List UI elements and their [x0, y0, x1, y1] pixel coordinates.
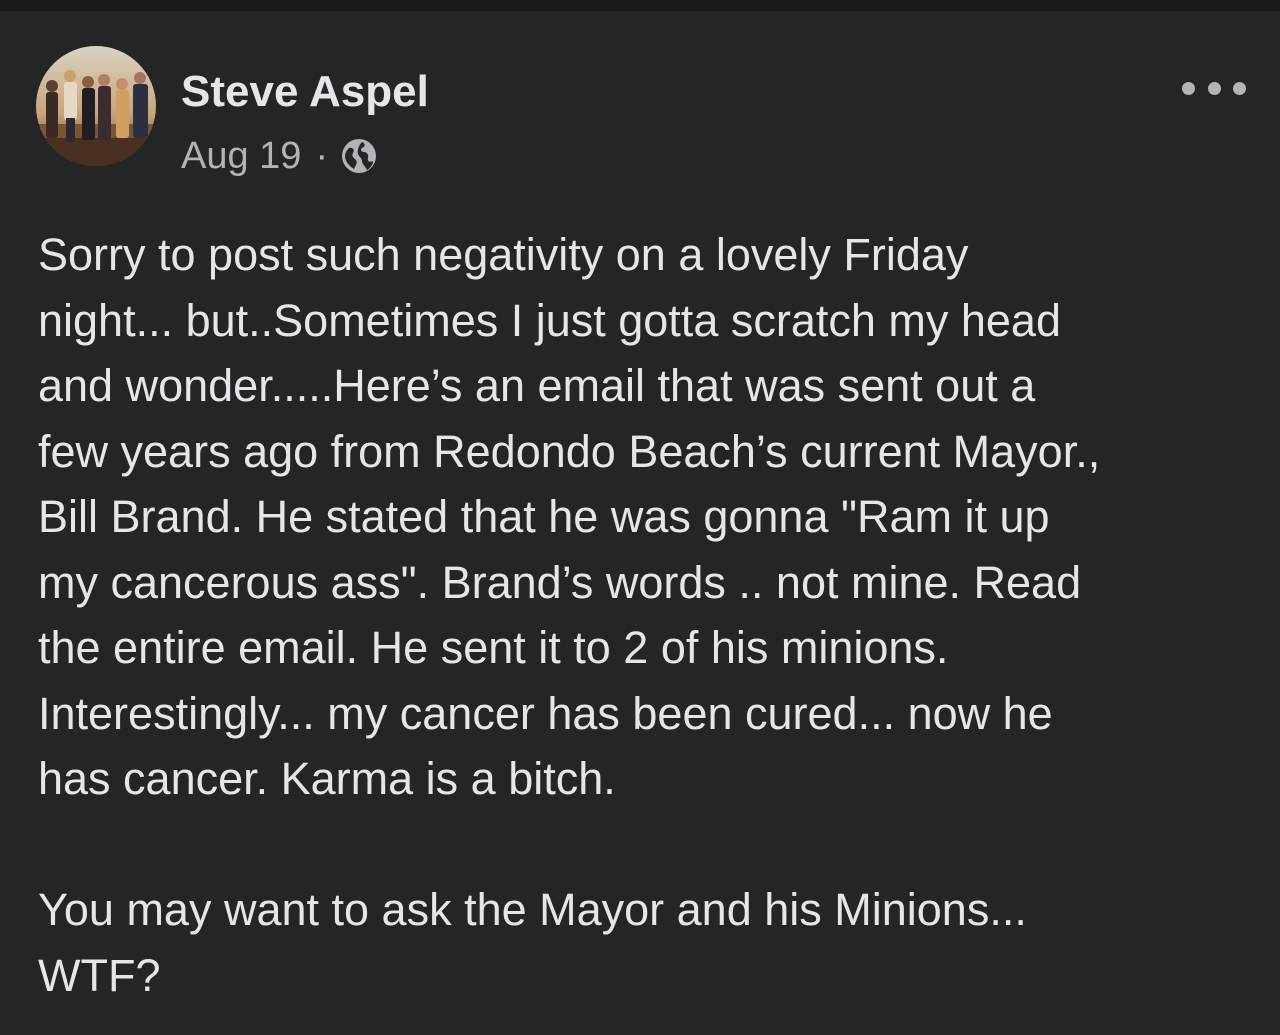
top-bar-strip: [0, 0, 1280, 11]
post-text-line: few years ago from Redondo Beach’s curre…: [38, 425, 1101, 477]
post-text-line: night... but..Sometimes I just gotta scr…: [38, 294, 1061, 346]
post-text-line: my cancerous ass". Brand’s words .. not …: [38, 556, 1082, 608]
more-dot: [1207, 81, 1221, 95]
post-text-line: Bill Brand. He stated that he was gonna …: [38, 491, 1050, 542]
more-dot: [1182, 81, 1195, 95]
post-timestamp[interactable]: Aug 19: [181, 131, 301, 181]
post-text-line: Interestingly... my cancer has been cure…: [38, 687, 1053, 739]
post-text-line: Sorry to post such negativity on a lovel…: [38, 229, 969, 280]
post-text-line: and wonder.....Here’s an email that was …: [38, 360, 1036, 411]
post-text-line: WTF?: [38, 949, 161, 1001]
more-dot: [1233, 81, 1246, 95]
post-text-line: has cancer. Karma is a bitch.: [38, 753, 616, 804]
post-text-line: You may want to ask the Mayor and his Mi…: [38, 884, 1027, 935]
post-card: Steve Aspel Aug 19 · Sorry to post such …: [0, 11, 1280, 1035]
post-meta: Aug 19 ·: [181, 131, 378, 181]
globe-icon[interactable]: [340, 137, 378, 175]
author-name[interactable]: Steve Aspel: [181, 67, 429, 117]
meta-separator: ·: [315, 135, 329, 177]
post-text: Sorry to post such negativity on a lovel…: [38, 222, 1238, 1008]
post-text-line: the entire email. He sent it to 2 of his…: [38, 622, 949, 673]
avatar[interactable]: [36, 46, 156, 166]
more-options-icon[interactable]: [1182, 71, 1246, 105]
avatar-photo: [36, 46, 156, 166]
